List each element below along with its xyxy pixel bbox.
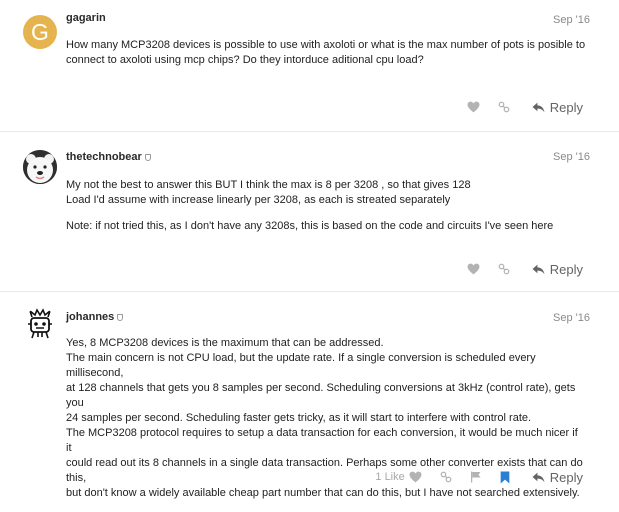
reply-label: Reply (549, 261, 583, 277)
text-line: connect to axoloti using mcp chips? Do t… (66, 54, 424, 66)
avatar[interactable]: G (23, 15, 57, 49)
reply-button[interactable]: Reply (532, 100, 583, 115)
bookmark-button[interactable] (500, 471, 510, 484)
heart-icon (409, 471, 422, 483)
post-body: How many MCP3208 devices is possible to … (66, 38, 586, 79)
heart-icon (467, 101, 480, 113)
avatar[interactable] (23, 308, 57, 342)
bookmark-icon (500, 471, 510, 483)
text-line: but don't know a widely available cheap … (66, 487, 580, 499)
moderator-shield-icon (144, 154, 151, 161)
username[interactable]: gagarin (66, 12, 106, 24)
post-date[interactable]: Sep '16 (553, 312, 590, 324)
username-text: thetechnobear (66, 151, 142, 163)
reply-label: Reply (549, 469, 583, 485)
bear-avatar-icon (23, 150, 57, 184)
reply-button[interactable]: Reply (532, 262, 583, 277)
moderator-shield-icon (117, 314, 124, 321)
like-button[interactable] (409, 471, 422, 483)
text-line: at 128 channels that gets you 8 samples … (66, 382, 576, 409)
text-line: My not the best to answer this BUT I thi… (66, 179, 471, 191)
share-link-button[interactable] (440, 471, 452, 483)
link-icon (440, 471, 452, 483)
post-actions: Reply (449, 99, 583, 115)
link-icon (498, 263, 510, 275)
post-actions: 1 Like Reply (375, 469, 583, 485)
heart-icon (467, 263, 480, 275)
text-line: Yes, 8 MCP3208 devices is the maximum th… (66, 337, 384, 349)
paragraph: My not the best to answer this BUT I thi… (66, 178, 586, 208)
reply-button[interactable]: Reply (532, 470, 583, 485)
share-link-button[interactable] (498, 263, 510, 275)
username-text: johannes (66, 311, 115, 323)
post-gagarin: G gagarin Sep '16 How many MCP3208 devic… (0, 0, 619, 131)
post-thetechnobear: thetechnobear Sep '16 My not the best to… (0, 131, 619, 292)
link-icon (498, 101, 510, 113)
username[interactable]: thetechnobear (66, 151, 151, 163)
reply-arrow-icon (532, 264, 545, 274)
text-line: 24 samples per second. Scheduling faster… (66, 412, 532, 424)
post-body: Yes, 8 MCP3208 devices is the maximum th… (66, 336, 586, 512)
text-line: Load I'd assume with increase linearly p… (66, 194, 451, 206)
flag-button[interactable] (470, 471, 482, 483)
text-line: How many MCP3208 devices is possible to … (66, 39, 586, 51)
post-johannes: johannes Sep '16 Yes, 8 MCP3208 devices … (0, 291, 619, 501)
text-line: The main concern is not CPU load, but th… (66, 352, 536, 379)
flag-icon (470, 471, 481, 483)
share-link-button[interactable] (498, 101, 510, 113)
post-date[interactable]: Sep '16 (553, 151, 590, 163)
post-body: My not the best to answer this BUT I thi… (66, 178, 586, 245)
reply-label: Reply (549, 99, 583, 115)
post-date[interactable]: Sep '16 (553, 14, 590, 26)
like-button[interactable] (467, 101, 480, 113)
text-line: The MCP3208 protocol requires to setup a… (66, 427, 578, 454)
robot-avatar-icon (23, 308, 57, 342)
paragraph: Note: if not tried this, as I don't have… (66, 219, 586, 234)
username[interactable]: johannes (66, 311, 124, 323)
avatar[interactable] (23, 150, 57, 184)
paragraph: How many MCP3208 devices is possible to … (66, 38, 586, 68)
post-actions: Reply (449, 261, 583, 277)
reply-arrow-icon (532, 472, 545, 482)
reply-arrow-icon (532, 102, 545, 112)
text-line: Note: if not tried this, as I don't have… (66, 220, 554, 232)
like-button[interactable] (467, 263, 480, 275)
likes-count[interactable]: 1 Like (375, 471, 404, 483)
